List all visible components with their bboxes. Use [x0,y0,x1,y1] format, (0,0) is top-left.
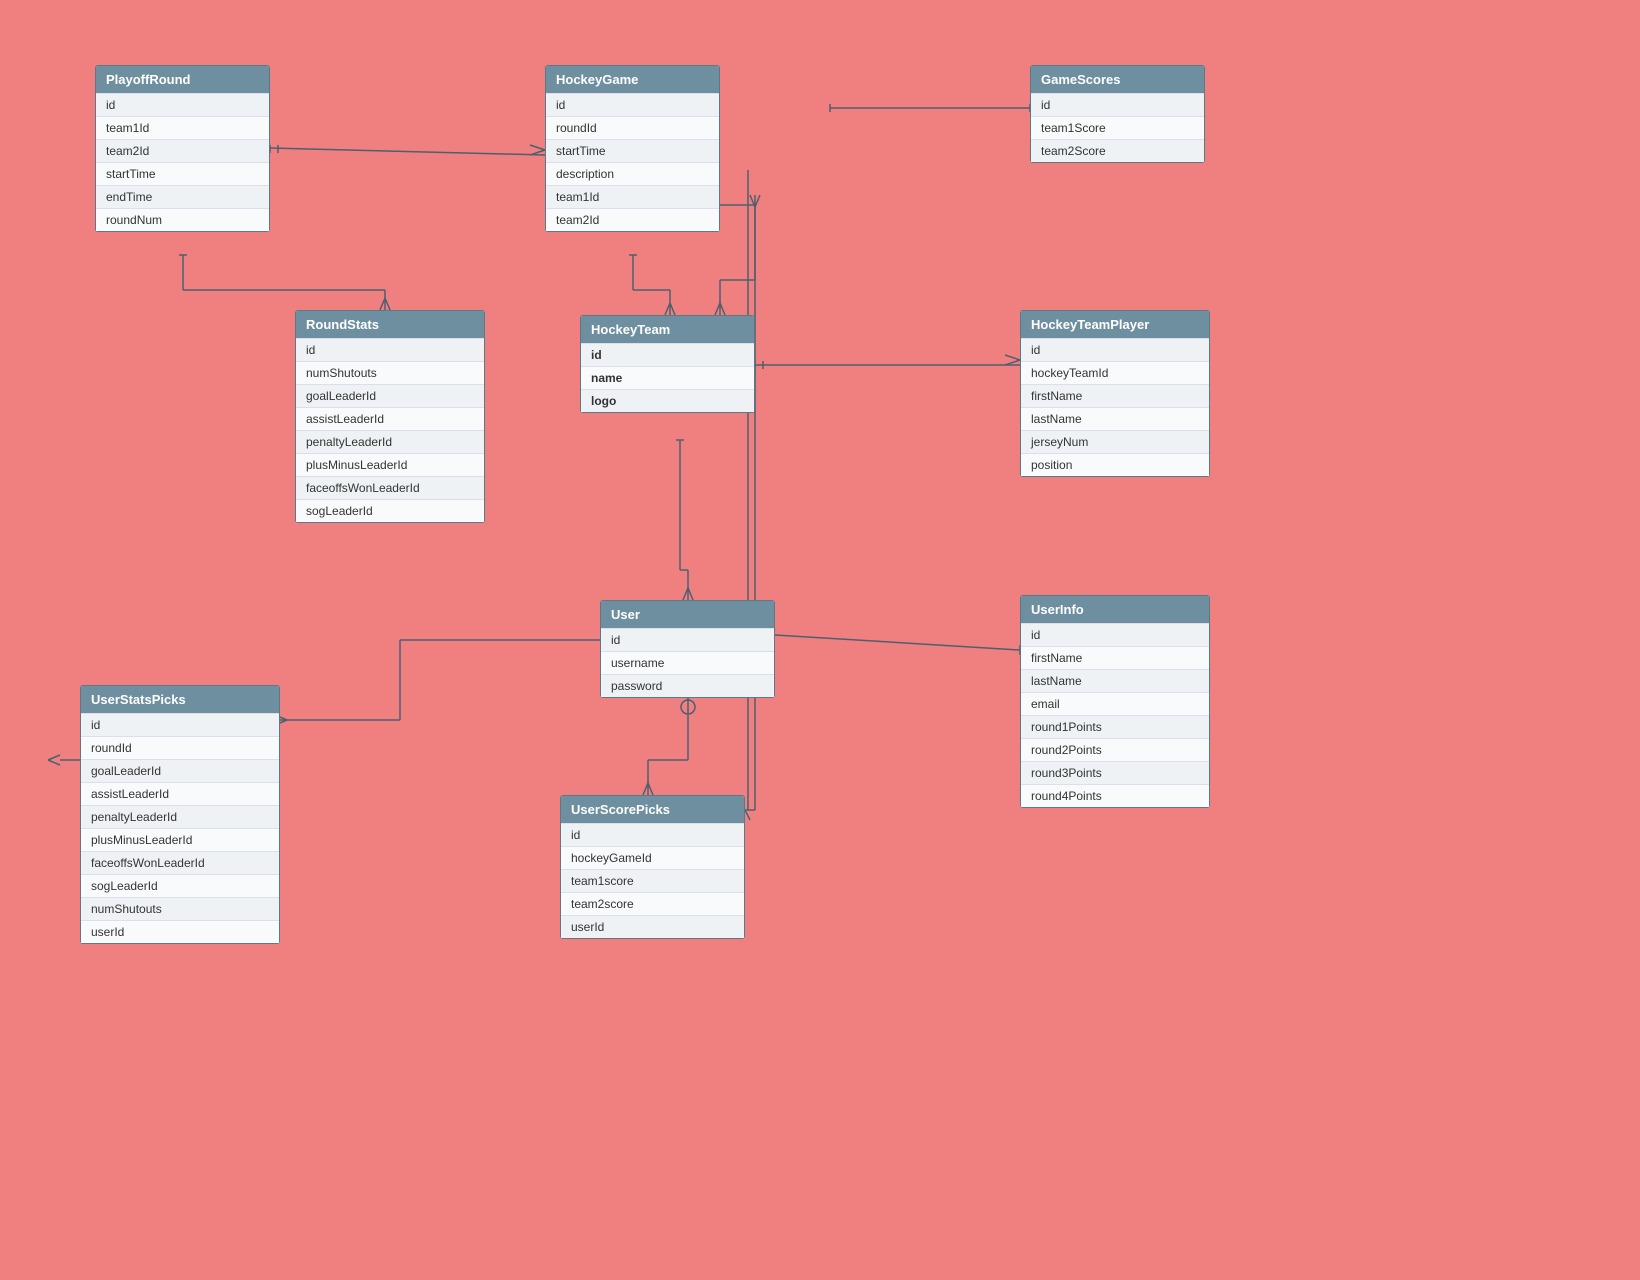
table-header-hockey-team: HockeyTeam [581,316,754,343]
field-row: position [1021,453,1209,476]
field-row: penaltyLeaderId [296,430,484,453]
field-row: password [601,674,774,697]
field-row: username [601,651,774,674]
field-row: lastName [1021,407,1209,430]
table-header-user-stats-picks: UserStatsPicks [81,686,279,713]
field-row: roundId [81,736,279,759]
field-row: team2score [561,892,744,915]
field-row: startTime [96,162,269,185]
field-row: faceoffsWonLeaderId [81,851,279,874]
field-row: team1score [561,869,744,892]
field-row: team2Id [96,139,269,162]
field-row: id [601,628,774,651]
field-row: team1Id [96,116,269,139]
field-row: endTime [96,185,269,208]
field-row: numShutouts [296,361,484,384]
field-row: hockeyGameId [561,846,744,869]
field-row: id [1021,338,1209,361]
table-header-hockey-game: HockeyGame [546,66,719,93]
field-row: round1Points [1021,715,1209,738]
field-row: roundId [546,116,719,139]
field-row: id [296,338,484,361]
table-header-user-info: UserInfo [1021,596,1209,623]
table-header-user: User [601,601,774,628]
field-row: team2Id [546,208,719,231]
field-row: numShutouts [81,897,279,920]
field-row: userId [81,920,279,943]
field-row: jerseyNum [1021,430,1209,453]
field-row: assistLeaderId [81,782,279,805]
field-row: round4Points [1021,784,1209,807]
field-row: id [581,343,754,366]
field-row: goalLeaderId [81,759,279,782]
field-row: round3Points [1021,761,1209,784]
er-diagram: PlayoffRound id team1Id team2Id startTim… [0,0,1640,1280]
field-row: id [546,93,719,116]
table-playoff-round: PlayoffRound id team1Id team2Id startTim… [95,65,270,232]
field-row: id [561,823,744,846]
table-header-user-score-picks: UserScorePicks [561,796,744,823]
table-user-stats-picks: UserStatsPicks id roundId goalLeaderId a… [80,685,280,944]
table-header-round-stats: RoundStats [296,311,484,338]
field-row: name [581,366,754,389]
field-row: userId [561,915,744,938]
table-game-scores: GameScores id team1Score team2Score [1030,65,1205,163]
table-header-hockey-team-player: HockeyTeamPlayer [1021,311,1209,338]
table-user-score-picks: UserScorePicks id hockeyGameId team1scor… [560,795,745,939]
field-row: plusMinusLeaderId [296,453,484,476]
field-row: description [546,162,719,185]
field-row: email [1021,692,1209,715]
field-row: id [81,713,279,736]
field-row: team1Score [1031,116,1204,139]
field-row: plusMinusLeaderId [81,828,279,851]
field-row: id [1031,93,1204,116]
field-row: assistLeaderId [296,407,484,430]
field-row: hockeyTeamId [1021,361,1209,384]
field-row: sogLeaderId [296,499,484,522]
field-row: startTime [546,139,719,162]
table-round-stats: RoundStats id numShutouts goalLeaderId a… [295,310,485,523]
field-row: logo [581,389,754,412]
field-row: team1Id [546,185,719,208]
field-row: firstName [1021,384,1209,407]
field-row: round2Points [1021,738,1209,761]
table-user: User id username password [600,600,775,698]
field-row: id [1021,623,1209,646]
field-row: team2Score [1031,139,1204,162]
table-hockey-team-player: HockeyTeamPlayer id hockeyTeamId firstNa… [1020,310,1210,477]
field-row: id [96,93,269,116]
table-hockey-game: HockeyGame id roundId startTime descript… [545,65,720,232]
table-hockey-team: HockeyTeam id name logo [580,315,755,413]
field-row: roundNum [96,208,269,231]
table-header-playoff-round: PlayoffRound [96,66,269,93]
field-row: lastName [1021,669,1209,692]
field-row: sogLeaderId [81,874,279,897]
table-header-game-scores: GameScores [1031,66,1204,93]
field-row: goalLeaderId [296,384,484,407]
field-row: firstName [1021,646,1209,669]
field-row: penaltyLeaderId [81,805,279,828]
field-row: faceoffsWonLeaderId [296,476,484,499]
table-user-info: UserInfo id firstName lastName email rou… [1020,595,1210,808]
